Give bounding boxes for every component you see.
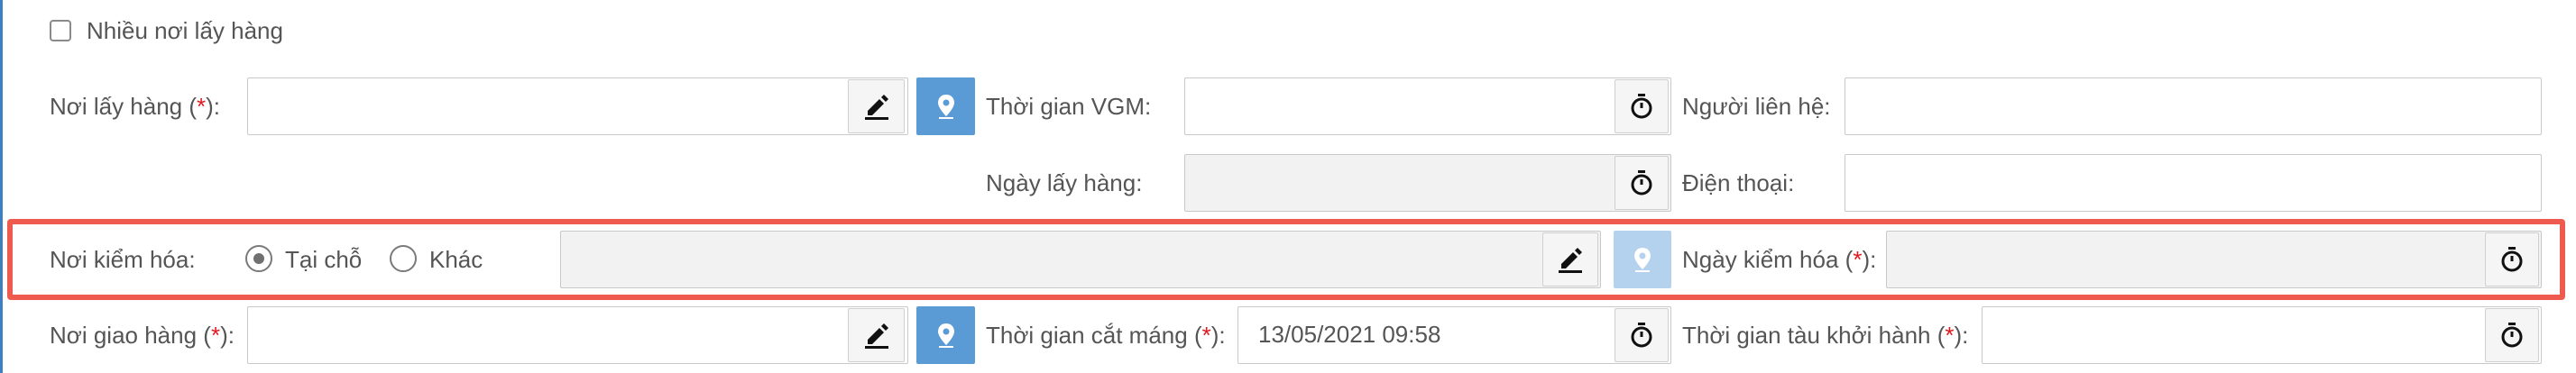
contact-person-label: Người liên hệ:: [1682, 93, 1831, 120]
inspection-place-input[interactable]: [560, 231, 1601, 288]
vgm-time-input[interactable]: [1184, 77, 1671, 135]
inspection-place-map-button[interactable]: [1614, 231, 1671, 288]
stopwatch-icon: [1631, 94, 1652, 119]
departure-time-label: Thời gian tàu khởi hành (*):: [1682, 322, 1969, 349]
left-border: [0, 0, 3, 373]
vgm-time-clock-button[interactable]: [1615, 79, 1669, 133]
pencil-icon: [1559, 248, 1582, 273]
inspection-place-edit-button[interactable]: [1542, 232, 1598, 287]
cutoff-time-input[interactable]: 13/05/2021 09:58: [1237, 306, 1671, 364]
phone-label: Điện thoại:: [1682, 169, 1795, 196]
vgm-time-label: Thời gian VGM:: [986, 93, 1152, 120]
inspection-date-input[interactable]: [1886, 231, 2542, 288]
pickup-date-input[interactable]: [1184, 154, 1671, 212]
departure-time-input[interactable]: [1982, 306, 2542, 364]
pencil-icon: [864, 323, 888, 349]
pickup-date-clock-button[interactable]: [1615, 156, 1669, 210]
delivery-place-edit-button[interactable]: [848, 308, 905, 362]
map-pin-icon: [1634, 248, 1651, 272]
map-pin-icon: [937, 323, 954, 348]
stopwatch-icon: [2501, 247, 2523, 272]
delivery-place-map-button[interactable]: [916, 306, 975, 364]
radio-other-label: Khác: [429, 246, 483, 273]
radio-other[interactable]: [390, 245, 417, 272]
multi-pickup-checkbox[interactable]: [50, 20, 71, 41]
contact-person-input[interactable]: [1845, 77, 2542, 135]
delivery-place-label: Nơi giao hàng (*):: [50, 322, 235, 349]
multi-pickup-label: Nhiều nơi lấy hàng: [87, 17, 283, 44]
pickup-place-label: Nơi lấy hàng (*):: [50, 93, 221, 120]
radio-on-site[interactable]: [245, 245, 272, 272]
pickup-place-map-button[interactable]: [916, 77, 975, 135]
inspection-date-clock-button[interactable]: [2485, 232, 2539, 287]
map-pin-icon: [937, 95, 954, 119]
stopwatch-icon: [2501, 323, 2523, 348]
pencil-icon: [864, 95, 888, 120]
cutoff-time-clock-button[interactable]: [1615, 308, 1669, 362]
stopwatch-icon: [1631, 323, 1652, 348]
departure-time-clock-button[interactable]: [2485, 308, 2539, 362]
radio-selected-dot: [253, 253, 264, 264]
pickup-date-label: Ngày lấy hàng:: [986, 169, 1143, 196]
inspection-place-label: Nơi kiểm hóa:: [50, 246, 196, 273]
stopwatch-icon: [1631, 170, 1652, 196]
phone-input[interactable]: [1845, 154, 2542, 212]
inspection-date-label: Ngày kiểm hóa (*):: [1682, 246, 1877, 273]
pickup-place-edit-button[interactable]: [848, 79, 905, 133]
cutoff-time-label: Thời gian cắt máng (*):: [986, 322, 1226, 349]
radio-on-site-label: Tại chỗ: [285, 246, 363, 273]
delivery-place-input[interactable]: [247, 306, 908, 364]
pickup-place-input[interactable]: [247, 77, 908, 135]
